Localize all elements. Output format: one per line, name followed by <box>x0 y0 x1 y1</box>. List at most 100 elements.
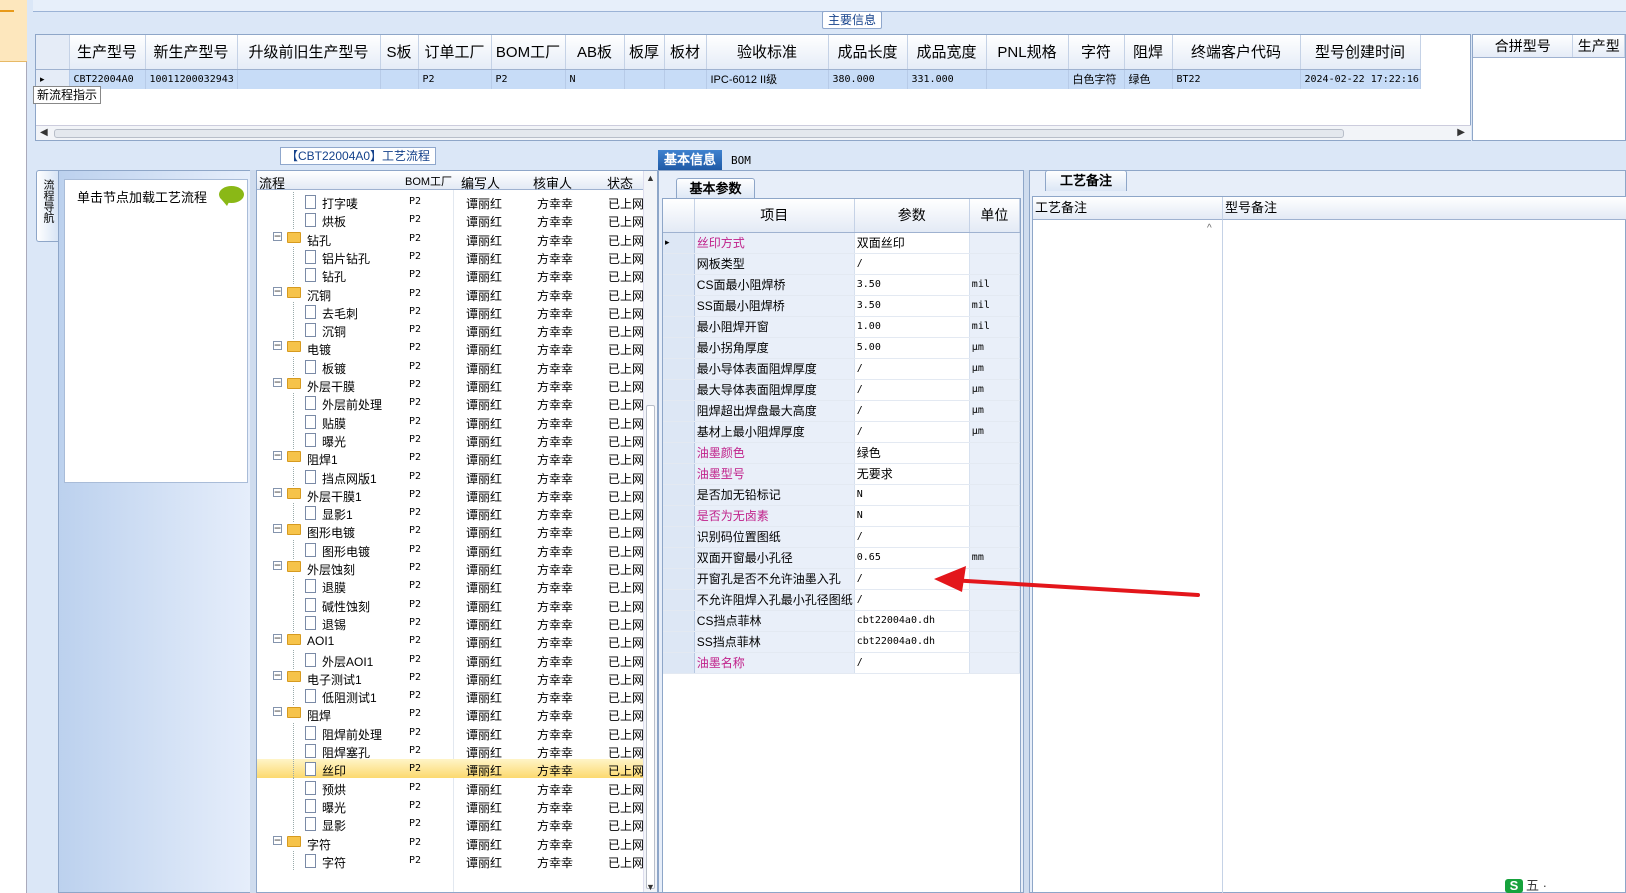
param-row[interactable]: 基材上最小阻焊厚度 / μm <box>663 421 1020 443</box>
main-cell[interactable]: 白色字符 <box>1068 69 1125 89</box>
param-row[interactable]: 最小阻焊开窗 1.00 mil <box>663 316 1020 338</box>
tree-row[interactable]: − 阻焊1 P2 谭丽红 方幸幸 已上网 <box>257 448 644 467</box>
param-value[interactable]: 3.50 <box>854 274 970 296</box>
tree-row[interactable]: 铝片钻孔 P2 谭丽红 方幸幸 已上网 <box>257 246 644 266</box>
param-value[interactable]: 无要求 <box>854 463 970 485</box>
main-cell[interactable]: 331.000 <box>907 69 987 89</box>
tree-row[interactable]: 挡点网版1 P2 谭丽红 方幸幸 已上网 <box>257 466 644 486</box>
param-value[interactable]: / <box>854 400 970 422</box>
scroll-right-icon[interactable]: ▶ <box>1457 127 1465 138</box>
tree-row[interactable]: 去毛刺 P2 谭丽红 方幸幸 已上网 <box>257 301 644 321</box>
tree-row[interactable]: 阻焊塞孔 P2 谭丽红 方幸幸 已上网 <box>257 741 644 760</box>
param-row-header[interactable] <box>663 442 695 464</box>
main-col-header[interactable]: 订单工厂 <box>418 35 492 70</box>
tree-row[interactable]: 图形电镀 P2 谭丽红 方幸幸 已上网 <box>257 539 644 559</box>
tree-row[interactable]: 碱性蚀刻 P2 谭丽红 方幸幸 已上网 <box>257 594 644 614</box>
param-row[interactable]: 油墨型号 无要求 <box>663 463 1020 485</box>
param-row-header[interactable] <box>663 589 695 611</box>
param-row-header[interactable] <box>663 484 695 506</box>
param-row-header[interactable] <box>663 253 695 275</box>
main-table-row[interactable]: ▸ CBT22004A0 10011200032943 P2 P2 N IPC-6012 I… <box>36 69 1421 89</box>
param-row-header[interactable] <box>663 505 695 527</box>
main-col-header[interactable]: BOM工厂 <box>491 35 566 70</box>
tree-row[interactable]: 沉铜 P2 谭丽红 方幸幸 已上网 <box>257 320 644 340</box>
merge-grid[interactable]: 合拼型号 生产型 <box>1472 34 1626 141</box>
main-col-header[interactable]: PNL规格 <box>986 35 1069 70</box>
main-cell[interactable]: P2 <box>418 69 492 89</box>
tree-row[interactable]: − 电子测试1 P2 谭丽红 方幸幸 已上网 <box>257 668 644 687</box>
param-value[interactable]: / <box>854 568 970 590</box>
notes-grid[interactable]: 工艺备注 型号备注 ^ <box>1032 196 1626 893</box>
param-row[interactable]: SS挡点菲林 cbt22004a0.dh <box>663 631 1020 653</box>
param-row[interactable]: 最大导体表面阻焊厚度 / μm <box>663 379 1020 401</box>
collapse-icon[interactable]: − <box>273 486 282 498</box>
tree-row[interactable]: 贴膜 P2 谭丽红 方幸幸 已上网 <box>257 411 644 431</box>
param-value[interactable]: / <box>854 421 970 443</box>
param-row-header[interactable] <box>663 526 695 548</box>
param-value[interactable]: / <box>854 652 970 674</box>
param-value[interactable]: 绿色 <box>854 442 970 464</box>
main-col-header[interactable]: 字符 <box>1068 35 1125 70</box>
tree-row[interactable]: − 电镀 P2 谭丽红 方幸幸 已上网 <box>257 338 644 357</box>
param-row-header[interactable] <box>663 547 695 569</box>
main-col-header[interactable]: S板 <box>380 35 419 70</box>
param-grid[interactable]: 项目 参数 单位 ▸ 丝印方式 双面丝印 网板类型 / CS面最小阻焊桥 3.50 mil SS面最小… <box>662 198 1021 893</box>
param-col-header[interactable]: 参数 <box>854 199 970 233</box>
param-col-header[interactable]: 项目 <box>694 199 855 233</box>
tree-col-header[interactable]: 核审人 <box>533 173 572 192</box>
main-cell[interactable]: 绿色 <box>1124 69 1173 89</box>
main-cell[interactable] <box>624 69 665 89</box>
param-value[interactable]: 1.00 <box>854 316 970 338</box>
process-tree[interactable]: 流程 BOM工厂 编写人 核审人 状态 打字唛 P2 谭丽红 方幸幸 已上网 烘板 P2 谭丽… <box>256 170 658 893</box>
param-row[interactable]: 网板类型 / <box>663 253 1020 275</box>
param-row[interactable]: 油墨名称 / <box>663 652 1020 674</box>
nav-box[interactable] <box>64 179 248 483</box>
param-row-header[interactable] <box>663 358 695 380</box>
tree-col-header[interactable]: BOM工厂 <box>405 173 452 189</box>
param-row[interactable]: 开窗孔是否不允许油墨入孔 / <box>663 568 1020 590</box>
tree-row[interactable]: 阻焊前处理 P2 谭丽红 方幸幸 已上网 <box>257 722 644 742</box>
scroll-thumb[interactable] <box>54 129 1344 138</box>
param-row-header[interactable] <box>663 568 695 590</box>
param-row[interactable]: 识别码位置图纸 / <box>663 526 1020 548</box>
main-grid-hscrollbar[interactable]: ◀ ▶ <box>36 125 1471 140</box>
main-cell[interactable]: IPC-6012 II级 <box>706 69 829 89</box>
tree-row[interactable]: 退膜 P2 谭丽红 方幸幸 已上网 <box>257 576 644 596</box>
vertical-tab-flow-nav[interactable]: 流程导航 <box>36 170 58 242</box>
collapse-icon[interactable]: − <box>273 632 282 644</box>
tree-row[interactable]: 字符 P2 谭丽红 方幸幸 已上网 <box>257 850 644 870</box>
tree-row[interactable]: 打字唛 P2 谭丽红 方幸幸 已上网 <box>257 192 644 211</box>
tree-row[interactable]: 显影1 P2 谭丽红 方幸幸 已上网 <box>257 503 644 523</box>
tree-row[interactable]: 曝光 P2 谭丽红 方幸幸 已上网 <box>257 795 644 815</box>
main-cell[interactable]: 380.000 <box>828 69 908 89</box>
param-value[interactable]: 5.00 <box>854 337 970 359</box>
tree-row[interactable]: 退锡 P2 谭丽红 方幸幸 已上网 <box>257 612 644 632</box>
main-cell[interactable] <box>664 69 707 89</box>
tree-row[interactable]: − 图形电镀 P2 谭丽红 方幸幸 已上网 <box>257 521 644 540</box>
param-row[interactable]: 最小拐角厚度 5.00 μm <box>663 337 1020 359</box>
param-row-header[interactable] <box>663 316 695 338</box>
scroll-thumb[interactable] <box>646 405 655 889</box>
param-value[interactable]: 3.50 <box>854 295 970 317</box>
param-value[interactable]: N <box>854 484 970 506</box>
param-row-header[interactable] <box>663 421 695 443</box>
collapse-icon[interactable]: − <box>273 705 282 717</box>
merge-col-header[interactable]: 生产型 <box>1572 35 1625 58</box>
param-row-header[interactable] <box>663 274 695 296</box>
param-value[interactable]: / <box>854 379 970 401</box>
tree-row[interactable]: 曝光 P2 谭丽红 方幸幸 已上网 <box>257 429 644 449</box>
main-cell[interactable]: BT22 <box>1172 69 1301 89</box>
notes-col-header[interactable]: 工艺备注 <box>1033 197 1222 220</box>
collapse-icon[interactable]: − <box>273 376 282 388</box>
tree-row[interactable]: − 钻孔 P2 谭丽红 方幸幸 已上网 <box>257 229 644 248</box>
tab-basic-params[interactable]: 基本参数 <box>676 178 755 199</box>
main-col-header[interactable]: 阻焊 <box>1124 35 1173 70</box>
tree-row[interactable]: 预烘 P2 谭丽红 方幸幸 已上网 <box>257 777 644 797</box>
tree-row[interactable]: − 字符 P2 谭丽红 方幸幸 已上网 <box>257 833 644 852</box>
tab-process-notes[interactable]: 工艺备注 <box>1045 170 1127 191</box>
param-value[interactable]: 双面丝印 <box>854 232 970 254</box>
main-col-header[interactable]: 成品宽度 <box>907 35 987 70</box>
param-row[interactable]: CS面最小阻焊桥 3.50 mil <box>663 274 1020 296</box>
merge-col-header[interactable]: 合拼型号 <box>1473 35 1574 58</box>
param-row[interactable]: 油墨颜色 绿色 <box>663 442 1020 464</box>
